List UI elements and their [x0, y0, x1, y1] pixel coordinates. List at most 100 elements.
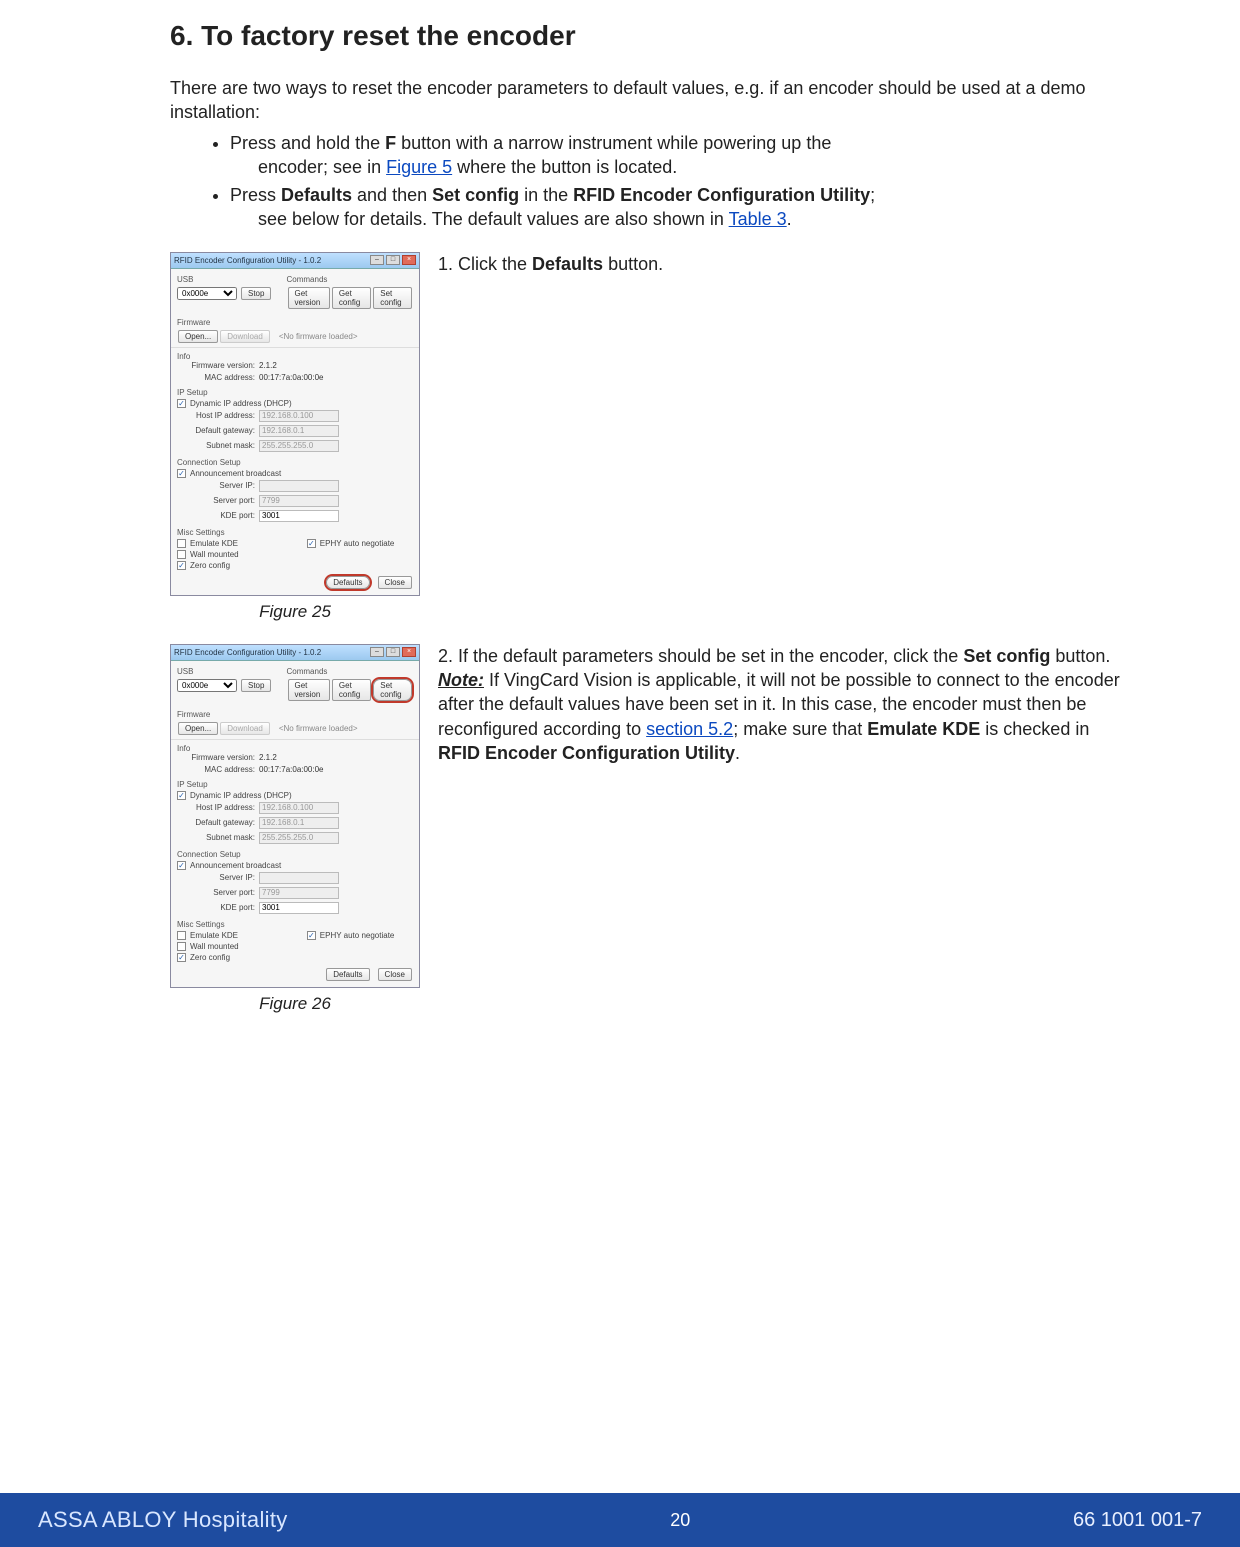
- firmware-status: <No firmware loaded>: [279, 332, 358, 341]
- wall-mounted-label: Wall mounted: [190, 550, 239, 559]
- usb-device-select[interactable]: 0x000e: [177, 679, 237, 692]
- note-label: Note:: [438, 670, 484, 690]
- wall-mounted-checkbox[interactable]: Wall mounted: [177, 550, 307, 559]
- link-figure-5[interactable]: Figure 5: [386, 157, 452, 177]
- set-config-button[interactable]: Set config: [373, 679, 412, 701]
- gateway-label: Default gateway:: [177, 426, 259, 435]
- zero-config-checkbox[interactable]: ✓Zero config: [177, 561, 307, 570]
- emulate-kde-checkbox[interactable]: Emulate KDE: [177, 931, 307, 940]
- dhcp-checkbox[interactable]: ✓Dynamic IP address (DHCP): [177, 399, 413, 408]
- usb-device-select[interactable]: 0x000e: [177, 287, 237, 300]
- close-icon[interactable]: ×: [402, 255, 416, 265]
- broadcast-checkbox[interactable]: ✓Announcement broadcast: [177, 469, 413, 478]
- text: Press: [230, 185, 281, 205]
- gateway-input[interactable]: [259, 817, 339, 829]
- dhcp-label: Dynamic IP address (DHCP): [190, 399, 292, 408]
- get-version-button[interactable]: Get version: [288, 287, 330, 309]
- commands-label: Commands: [287, 275, 414, 284]
- footer-doc-id: 66 1001 001-7: [1073, 1509, 1202, 1532]
- maximize-icon[interactable]: □: [386, 647, 400, 657]
- text: is checked in: [980, 719, 1089, 739]
- text: button.: [1050, 646, 1110, 666]
- text: in the: [519, 185, 573, 205]
- stop-button[interactable]: Stop: [241, 287, 271, 300]
- minimize-icon[interactable]: –: [370, 255, 384, 265]
- mask-input[interactable]: [259, 440, 339, 452]
- window-title: RFID Encoder Configuration Utility - 1.0…: [174, 648, 368, 657]
- gateway-input[interactable]: [259, 425, 339, 437]
- footer-brand: ASSA ABLOY Hospitality: [38, 1507, 288, 1533]
- text: .: [787, 209, 792, 229]
- gateway-label: Default gateway:: [177, 818, 259, 827]
- misc-label: Misc Settings: [177, 920, 413, 929]
- figure-26-caption: Figure 26: [170, 994, 420, 1014]
- kdeport-input[interactable]: [259, 902, 339, 914]
- hostip-input[interactable]: [259, 802, 339, 814]
- get-config-button[interactable]: Get config: [332, 287, 371, 309]
- text: encoder; see in: [258, 157, 386, 177]
- hostip-input[interactable]: [259, 410, 339, 422]
- conn-label: Connection Setup: [177, 850, 413, 859]
- conn-label: Connection Setup: [177, 458, 413, 467]
- text: If the default parameters should be set …: [458, 646, 963, 666]
- download-firmware-button[interactable]: Download: [220, 722, 270, 735]
- figure-25-caption: Figure 25: [170, 602, 420, 622]
- hostip-label: Host IP address:: [177, 411, 259, 420]
- footer-page-number: 20: [670, 1510, 690, 1531]
- text: see below for details. The default value…: [258, 209, 729, 229]
- ephy-checkbox[interactable]: ✓EPHY auto negotiate: [307, 539, 395, 548]
- open-firmware-button[interactable]: Open...: [178, 330, 218, 343]
- minimize-icon[interactable]: –: [370, 647, 384, 657]
- broadcast-label: Announcement broadcast: [190, 469, 281, 478]
- dhcp-label: Dynamic IP address (DHCP): [190, 791, 292, 800]
- mac-value: 00:17:7a:0a:00:0e: [259, 373, 324, 382]
- get-version-button[interactable]: Get version: [288, 679, 330, 701]
- kdeport-label: KDE port:: [177, 511, 259, 520]
- dhcp-checkbox[interactable]: ✓Dynamic IP address (DHCP): [177, 791, 413, 800]
- ephy-checkbox[interactable]: ✓EPHY auto negotiate: [307, 931, 395, 940]
- link-table-3[interactable]: Table 3: [729, 209, 787, 229]
- mac-value: 00:17:7a:0a:00:0e: [259, 765, 324, 774]
- zero-config-checkbox[interactable]: ✓Zero config: [177, 953, 307, 962]
- text: Click the: [458, 254, 532, 274]
- download-firmware-button[interactable]: Download: [220, 330, 270, 343]
- maximize-icon[interactable]: □: [386, 255, 400, 265]
- firmware-label: Firmware: [177, 318, 413, 327]
- utility-name: RFID Encoder Configuration Utility: [573, 185, 870, 205]
- f-key: F: [385, 133, 396, 153]
- fwver-value: 2.1.2: [259, 753, 277, 762]
- info-label: Info: [177, 744, 413, 753]
- serverip-input[interactable]: [259, 480, 339, 492]
- close-button[interactable]: Close: [378, 576, 412, 589]
- close-icon[interactable]: ×: [402, 647, 416, 657]
- kdeport-input[interactable]: [259, 510, 339, 522]
- bullet-hold-f: Press and hold the F button with a narro…: [230, 131, 1130, 180]
- window-title: RFID Encoder Configuration Utility - 1.0…: [174, 256, 368, 265]
- text: Press and hold the: [230, 133, 385, 153]
- wall-mounted-checkbox[interactable]: Wall mounted: [177, 942, 307, 951]
- emulate-kde-label: Emulate KDE: [190, 539, 238, 548]
- serverport-input[interactable]: [259, 495, 339, 507]
- stop-button[interactable]: Stop: [241, 679, 271, 692]
- set-config-button[interactable]: Set config: [373, 287, 412, 309]
- usb-label: USB: [177, 275, 281, 284]
- defaults-button[interactable]: Defaults: [326, 576, 369, 589]
- mask-label: Subnet mask:: [177, 441, 259, 450]
- bullet-press-defaults: Press Defaults and then Set config in th…: [230, 183, 1130, 232]
- get-config-button[interactable]: Get config: [332, 679, 371, 701]
- serverport-label: Server port:: [177, 496, 259, 505]
- open-firmware-button[interactable]: Open...: [178, 722, 218, 735]
- emulate-kde-checkbox[interactable]: Emulate KDE: [177, 539, 307, 548]
- usb-label: USB: [177, 667, 281, 676]
- close-button[interactable]: Close: [378, 968, 412, 981]
- defaults-label: Defaults: [532, 254, 603, 274]
- serverip-input[interactable]: [259, 872, 339, 884]
- broadcast-checkbox[interactable]: ✓Announcement broadcast: [177, 861, 413, 870]
- serverport-input[interactable]: [259, 887, 339, 899]
- fwver-value: 2.1.2: [259, 361, 277, 370]
- link-section-5-2[interactable]: section 5.2: [646, 719, 733, 739]
- mask-input[interactable]: [259, 832, 339, 844]
- defaults-button[interactable]: Defaults: [326, 968, 369, 981]
- wall-mounted-label: Wall mounted: [190, 942, 239, 951]
- commands-label: Commands: [287, 667, 414, 676]
